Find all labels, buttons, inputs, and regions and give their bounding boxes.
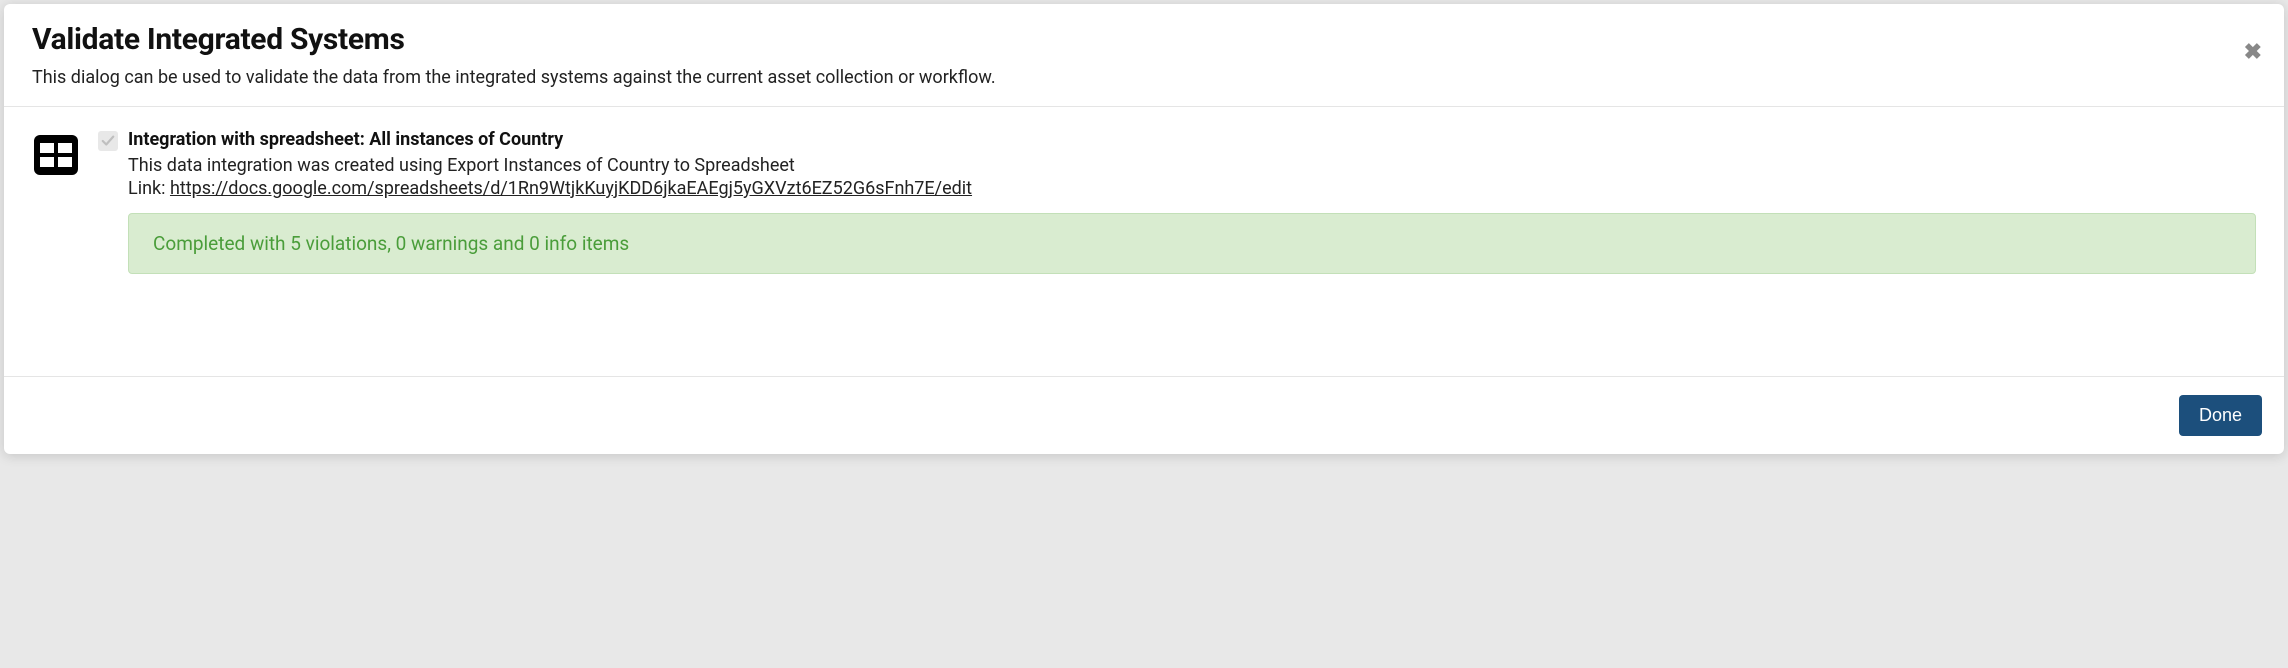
integration-content: Integration with spreadsheet: All instan… bbox=[98, 129, 2256, 274]
integration-link-row: Link: https://docs.google.com/spreadshee… bbox=[128, 178, 2256, 199]
link-label: Link: bbox=[128, 178, 170, 199]
dialog-subtitle: This dialog can be used to validate the … bbox=[32, 67, 2256, 88]
integration-link[interactable]: https://docs.google.com/spreadsheets/d/1… bbox=[170, 178, 972, 199]
integration-title: Integration with spreadsheet: All instan… bbox=[128, 129, 563, 150]
close-icon[interactable]: ✖ bbox=[2244, 42, 2262, 64]
integration-checkbox[interactable] bbox=[98, 131, 118, 151]
dialog-body: Integration with spreadsheet: All instan… bbox=[4, 107, 2284, 376]
dialog-header: Validate Integrated Systems This dialog … bbox=[4, 4, 2284, 107]
done-button[interactable]: Done bbox=[2179, 395, 2262, 436]
integration-description: This data integration was created using … bbox=[128, 155, 2256, 176]
spreadsheet-icon bbox=[32, 131, 80, 179]
integration-row: Integration with spreadsheet: All instan… bbox=[32, 129, 2256, 274]
dialog-footer: Done bbox=[4, 376, 2284, 454]
integration-header: Integration with spreadsheet: All instan… bbox=[98, 129, 2256, 151]
dialog-title: Validate Integrated Systems bbox=[32, 22, 2256, 57]
validate-dialog: Validate Integrated Systems This dialog … bbox=[4, 4, 2284, 454]
status-message: Completed with 5 violations, 0 warnings … bbox=[128, 213, 2256, 274]
